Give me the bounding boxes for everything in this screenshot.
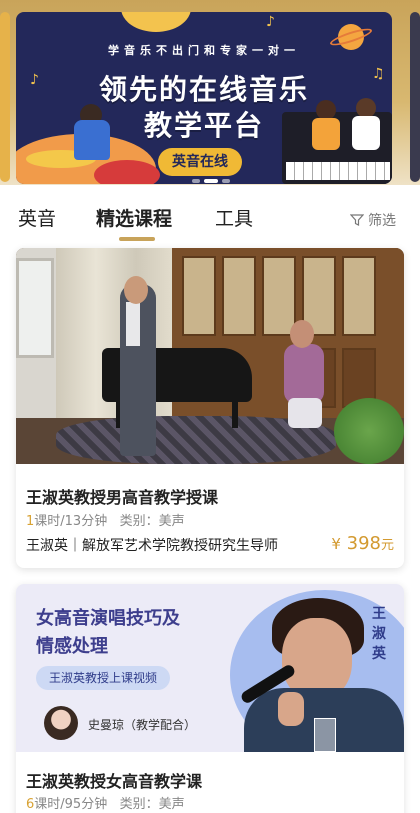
child-illustration (312, 118, 340, 150)
course-thumbnail[interactable] (16, 248, 404, 464)
carousel-dot-active (204, 179, 218, 183)
child-illustration (352, 116, 380, 150)
next-banner-peek[interactable] (410, 12, 420, 182)
course-category: 类别：美声 (119, 514, 185, 529)
lesson-duration: 课时/13分钟 (34, 514, 108, 529)
course-category: 类别：美声 (119, 797, 185, 812)
promo-title-line1: 女高音演唱技巧及 (36, 608, 180, 629)
cabinet-pane (262, 256, 296, 336)
singer-shirt (126, 302, 140, 346)
teacher-legs (288, 398, 322, 428)
child-head-illustration (356, 98, 376, 118)
promo-banner[interactable]: ♪ ♪ ♫ 学音乐不出门和专家一对一 领先的在线音乐 教学平台 英音在线 (16, 12, 392, 184)
tab-featured-courses[interactable]: 精选课程 (96, 204, 172, 231)
cabinet-pane (182, 256, 216, 336)
promo-tag: 王淑英教授上课视频 (36, 666, 170, 690)
filter-icon (350, 214, 364, 226)
water-glass (314, 718, 336, 752)
assistant-name: 史曼琼（教学配合） (88, 718, 197, 732)
course-title[interactable]: 王淑英教授女高音教学课 (26, 768, 202, 792)
filter-label: 筛选 (368, 213, 396, 229)
prev-banner-peek[interactable] (0, 12, 10, 182)
child-head-illustration (316, 100, 336, 120)
tab-tools[interactable]: 工具 (215, 204, 253, 231)
promo-title-line2: 情感处理 (36, 636, 108, 657)
course-card[interactable]: 王淑英教授男高音教学授课 1课时/13分钟 类别：美声 王淑英｜解放军艺术学院教… (16, 248, 404, 568)
plant-scene (334, 398, 404, 464)
singer-hand (278, 692, 304, 726)
price-value: 398 (346, 533, 381, 554)
snare-illustration (94, 160, 160, 184)
active-tab-indicator (119, 237, 155, 241)
banner-brand-pill[interactable]: 英音在线 (158, 148, 242, 176)
course-thumbnail[interactable]: 女高音演唱技巧及 情感处理 王淑英教授上课视频 史曼琼（教学配合） 王淑英 (16, 584, 404, 752)
course-price: ¥ 398元 (331, 533, 394, 554)
piano-leg (232, 398, 238, 428)
filter-button[interactable]: 筛选 (350, 210, 396, 230)
assistant-avatar (44, 706, 78, 740)
price-unit: 元 (380, 538, 394, 553)
currency-symbol: ¥ (331, 535, 341, 553)
piano-keys-illustration (286, 162, 390, 180)
teacher-head (290, 320, 314, 348)
carousel-indicator (192, 179, 230, 183)
carousel-dot (222, 179, 230, 183)
teacher-figure (284, 344, 324, 404)
vertical-teacher-name: 王淑英 (372, 606, 386, 662)
drummer-illustration (74, 120, 110, 160)
singer-head (124, 276, 148, 304)
course-card[interactable]: 女高音演唱技巧及 情感处理 王淑英教授上课视频 史曼琼（教学配合） 王淑英 王淑… (16, 584, 404, 813)
banner-subtitle: 学音乐不出门和专家一对一 (108, 44, 300, 57)
cabinet-pane (342, 256, 376, 336)
lesson-duration: 课时/95分钟 (34, 797, 108, 812)
category-tabs: 英音 精选课程 工具 筛选 (0, 192, 420, 242)
sun-decoration (121, 12, 191, 32)
course-meta: 1课时/13分钟 类别：美声 (26, 510, 185, 529)
course-title[interactable]: 王淑英教授男高音教学授课 (26, 484, 218, 508)
course-meta: 6课时/95分钟 类别：美声 (26, 793, 185, 812)
banner-title-line1: 领先的在线音乐 (98, 73, 309, 106)
carousel-dot (192, 179, 200, 183)
teacher-info: 王淑英｜解放军艺术学院教授研究生导师 (26, 538, 278, 554)
cabinet-pane (222, 256, 256, 336)
window-scene (16, 258, 54, 358)
tab-yingyin[interactable]: 英音 (18, 204, 56, 231)
music-note-icon: ♪ (266, 14, 275, 30)
